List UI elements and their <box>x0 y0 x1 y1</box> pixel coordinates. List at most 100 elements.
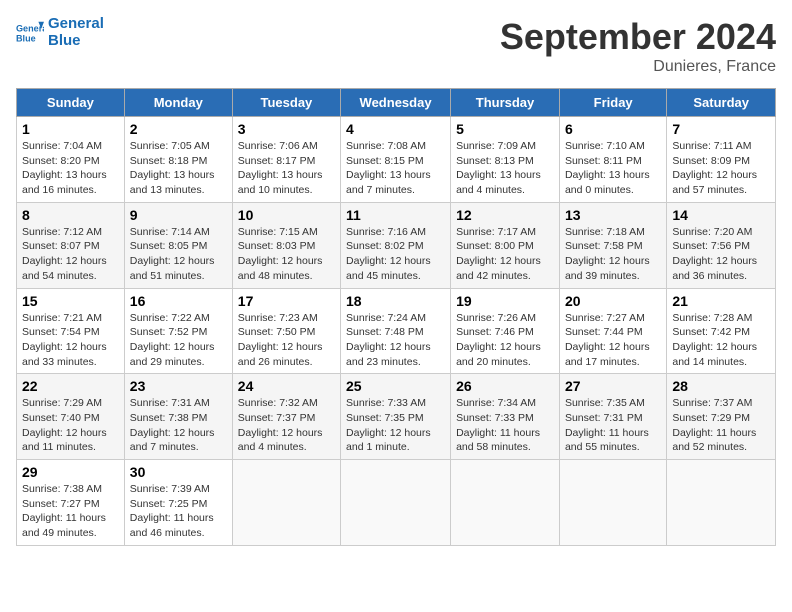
calendar-cell: 19 Sunrise: 7:26 AM Sunset: 7:46 PM Dayli… <box>451 288 560 374</box>
col-saturday: Saturday <box>667 89 776 117</box>
day-number: 3 <box>238 121 335 137</box>
calendar-cell: 8 Sunrise: 7:12 AM Sunset: 8:07 PM Daylig… <box>17 202 125 288</box>
calendar-week-4: 22 Sunrise: 7:29 AM Sunset: 7:40 PM Dayli… <box>17 374 776 460</box>
day-number: 4 <box>346 121 445 137</box>
calendar-cell: 21Sunrise: 7:28 AM Sunset: 7:42 PM Dayli… <box>667 288 776 374</box>
calendar-cell: 6Sunrise: 7:10 AM Sunset: 8:11 PM Daylig… <box>559 117 666 203</box>
day-info: Sunrise: 7:31 AM Sunset: 7:38 PM Dayligh… <box>130 396 227 455</box>
day-number: 26 <box>456 378 554 394</box>
calendar-cell: 29Sunrise: 7:38 AM Sunset: 7:27 PM Dayli… <box>17 460 125 546</box>
calendar-cell: 3 Sunrise: 7:06 AM Sunset: 8:17 PM Daylig… <box>232 117 340 203</box>
day-info: Sunrise: 7:16 AM Sunset: 8:02 PM Dayligh… <box>346 225 445 284</box>
calendar-subtitle: Dunieres, France <box>500 58 776 76</box>
calendar-table: Sunday Monday Tuesday Wednesday Thursday… <box>16 88 776 546</box>
calendar-cell: 1 Sunrise: 7:04 AM Sunset: 8:20 PM Daylig… <box>17 117 125 203</box>
day-info: Sunrise: 7:08 AM Sunset: 8:15 PM Dayligh… <box>346 139 445 198</box>
calendar-cell: 12 Sunrise: 7:17 AM Sunset: 8:00 PM Dayli… <box>451 202 560 288</box>
calendar-title: September 2024 <box>500 16 776 58</box>
calendar-cell: 13Sunrise: 7:18 AM Sunset: 7:58 PM Dayli… <box>559 202 666 288</box>
calendar-cell: 10 Sunrise: 7:15 AM Sunset: 8:03 PM Dayli… <box>232 202 340 288</box>
col-friday: Friday <box>559 89 666 117</box>
col-thursday: Thursday <box>451 89 560 117</box>
day-info: Sunrise: 7:18 AM Sunset: 7:58 PM Dayligh… <box>565 225 661 284</box>
day-number: 18 <box>346 293 445 309</box>
day-number: 21 <box>672 293 770 309</box>
day-number: 28 <box>672 378 770 394</box>
day-number: 5 <box>456 121 554 137</box>
day-number: 15 <box>22 293 119 309</box>
calendar-cell: 22 Sunrise: 7:29 AM Sunset: 7:40 PM Dayli… <box>17 374 125 460</box>
day-number: 20 <box>565 293 661 309</box>
calendar-cell: 20 Sunrise: 7:27 AM Sunset: 7:44 PM Dayli… <box>559 288 666 374</box>
calendar-cell: 4 Sunrise: 7:08 AM Sunset: 8:15 PM Daylig… <box>341 117 451 203</box>
logo-icon: General Blue <box>16 19 44 47</box>
calendar-cell: 5 Sunrise: 7:09 AM Sunset: 8:13 PM Daylig… <box>451 117 560 203</box>
day-info: Sunrise: 7:26 AM Sunset: 7:46 PM Dayligh… <box>456 311 554 370</box>
calendar-cell: 15 Sunrise: 7:21 AM Sunset: 7:54 PM Dayli… <box>17 288 125 374</box>
day-number: 11 <box>346 207 445 223</box>
calendar-cell: 14Sunrise: 7:20 AM Sunset: 7:56 PM Dayli… <box>667 202 776 288</box>
day-info: Sunrise: 7:22 AM Sunset: 7:52 PM Dayligh… <box>130 311 227 370</box>
calendar-week-2: 8 Sunrise: 7:12 AM Sunset: 8:07 PM Daylig… <box>17 202 776 288</box>
day-number: 1 <box>22 121 119 137</box>
calendar-cell: 7 Sunrise: 7:11 AM Sunset: 8:09 PM Daylig… <box>667 117 776 203</box>
day-info: Sunrise: 7:06 AM Sunset: 8:17 PM Dayligh… <box>238 139 335 198</box>
calendar-cell <box>341 460 451 546</box>
col-tuesday: Tuesday <box>232 89 340 117</box>
day-number: 27 <box>565 378 661 394</box>
calendar-week-5: 29Sunrise: 7:38 AM Sunset: 7:27 PM Dayli… <box>17 460 776 546</box>
day-info: Sunrise: 7:21 AM Sunset: 7:54 PM Dayligh… <box>22 311 119 370</box>
svg-text:Blue: Blue <box>16 33 36 43</box>
day-info: Sunrise: 7:32 AM Sunset: 7:37 PM Dayligh… <box>238 396 335 455</box>
day-info: Sunrise: 7:33 AM Sunset: 7:35 PM Dayligh… <box>346 396 445 455</box>
day-number: 17 <box>238 293 335 309</box>
day-number: 22 <box>22 378 119 394</box>
day-number: 2 <box>130 121 227 137</box>
day-number: 12 <box>456 207 554 223</box>
day-info: Sunrise: 7:35 AM Sunset: 7:31 PM Dayligh… <box>565 396 661 455</box>
logo-line2: Blue <box>48 33 104 50</box>
col-wednesday: Wednesday <box>341 89 451 117</box>
calendar-cell: 2 Sunrise: 7:05 AM Sunset: 8:18 PM Daylig… <box>124 117 232 203</box>
day-info: Sunrise: 7:05 AM Sunset: 8:18 PM Dayligh… <box>130 139 227 198</box>
calendar-cell <box>232 460 340 546</box>
day-info: Sunrise: 7:09 AM Sunset: 8:13 PM Dayligh… <box>456 139 554 198</box>
day-number: 29 <box>22 464 119 480</box>
calendar-cell: 17 Sunrise: 7:23 AM Sunset: 7:50 PM Dayli… <box>232 288 340 374</box>
header: General Blue General Blue September 2024… <box>16 16 776 76</box>
calendar-cell: 23 Sunrise: 7:31 AM Sunset: 7:38 PM Dayli… <box>124 374 232 460</box>
day-number: 8 <box>22 207 119 223</box>
calendar-cell: 30 Sunrise: 7:39 AM Sunset: 7:25 PM Dayli… <box>124 460 232 546</box>
header-row: Sunday Monday Tuesday Wednesday Thursday… <box>17 89 776 117</box>
day-info: Sunrise: 7:23 AM Sunset: 7:50 PM Dayligh… <box>238 311 335 370</box>
day-info: Sunrise: 7:12 AM Sunset: 8:07 PM Dayligh… <box>22 225 119 284</box>
calendar-cell: 18Sunrise: 7:24 AM Sunset: 7:48 PM Dayli… <box>341 288 451 374</box>
day-info: Sunrise: 7:39 AM Sunset: 7:25 PM Dayligh… <box>130 482 227 541</box>
day-number: 9 <box>130 207 227 223</box>
day-number: 6 <box>565 121 661 137</box>
calendar-cell: 9 Sunrise: 7:14 AM Sunset: 8:05 PM Daylig… <box>124 202 232 288</box>
col-sunday: Sunday <box>17 89 125 117</box>
calendar-cell <box>559 460 666 546</box>
day-info: Sunrise: 7:37 AM Sunset: 7:29 PM Dayligh… <box>672 396 770 455</box>
day-info: Sunrise: 7:14 AM Sunset: 8:05 PM Dayligh… <box>130 225 227 284</box>
day-info: Sunrise: 7:20 AM Sunset: 7:56 PM Dayligh… <box>672 225 770 284</box>
day-number: 19 <box>456 293 554 309</box>
day-info: Sunrise: 7:17 AM Sunset: 8:00 PM Dayligh… <box>456 225 554 284</box>
day-number: 25 <box>346 378 445 394</box>
calendar-cell: 26 Sunrise: 7:34 AM Sunset: 7:33 PM Dayli… <box>451 374 560 460</box>
calendar-cell: 27 Sunrise: 7:35 AM Sunset: 7:31 PM Dayli… <box>559 374 666 460</box>
day-number: 30 <box>130 464 227 480</box>
day-info: Sunrise: 7:27 AM Sunset: 7:44 PM Dayligh… <box>565 311 661 370</box>
day-info: Sunrise: 7:29 AM Sunset: 7:40 PM Dayligh… <box>22 396 119 455</box>
day-info: Sunrise: 7:34 AM Sunset: 7:33 PM Dayligh… <box>456 396 554 455</box>
calendar-cell: 25 Sunrise: 7:33 AM Sunset: 7:35 PM Dayli… <box>341 374 451 460</box>
day-number: 10 <box>238 207 335 223</box>
day-number: 23 <box>130 378 227 394</box>
day-info: Sunrise: 7:11 AM Sunset: 8:09 PM Dayligh… <box>672 139 770 198</box>
calendar-cell: 24Sunrise: 7:32 AM Sunset: 7:37 PM Dayli… <box>232 374 340 460</box>
logo-line1: General <box>48 16 104 33</box>
day-info: Sunrise: 7:15 AM Sunset: 8:03 PM Dayligh… <box>238 225 335 284</box>
day-info: Sunrise: 7:04 AM Sunset: 8:20 PM Dayligh… <box>22 139 119 198</box>
day-number: 7 <box>672 121 770 137</box>
